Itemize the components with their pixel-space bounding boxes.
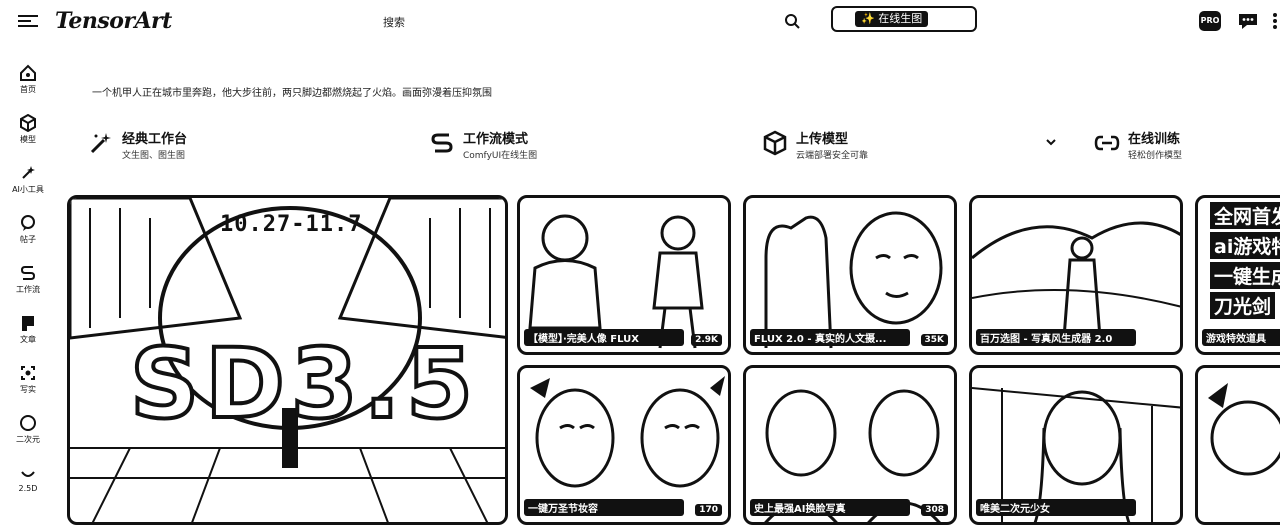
sidebar-item-label: 文章 [20, 335, 36, 344]
banner-date: 10.27-11.7 [220, 212, 363, 237]
sidebar-item-models[interactable]: 模型 [0, 114, 56, 145]
tool-subtitle: 轻松创作模型 [1128, 151, 1183, 161]
message-icon[interactable] [1237, 11, 1259, 31]
2-5d-icon [21, 471, 35, 477]
sidebar-item-label: 2.5D [18, 484, 38, 493]
banner-headline: SD3.5 [128, 326, 479, 442]
sidebar-item-posts[interactable]: 帖子 [0, 214, 56, 245]
chevron-down-icon[interactable] [1045, 136, 1057, 148]
sidebar-item-label: AI小工具 [12, 185, 44, 194]
tool-title: 经典工作台 [122, 132, 188, 147]
magic-wand-icon [90, 133, 111, 154]
card-headline: 刀光剑 [1210, 292, 1276, 319]
prompt-example[interactable]: 一个机甲人正在城市里奔跑，他大步往前，两只脚边都燃烧起了火焰。画面弥漫着压抑氛围 [92, 84, 492, 99]
more-icon[interactable] [1270, 11, 1280, 31]
event-banner[interactable]: 10.27-11.7 SD3.5 [67, 195, 508, 525]
gallery-card[interactable]: 一键万圣节妆容 170 [517, 365, 731, 525]
sidebar-item-anime[interactable]: 二次元 [0, 414, 56, 445]
article-icon [22, 316, 34, 331]
card-run-count: 35K [920, 334, 948, 346]
tool-title: 在线训练 [1128, 132, 1181, 147]
card-caption: 一键万圣节妆容 [524, 499, 684, 516]
sidebar-item-label: 首页 [20, 85, 36, 94]
upload-cube-icon [763, 130, 787, 156]
tool-subtitle: 文生图、图生图 [122, 151, 186, 161]
tool-subtitle: ComfyUI在线生图 [463, 151, 538, 161]
sidebar-item-articles[interactable]: 文章 [0, 314, 56, 345]
sidebar-item-label: 写实 [20, 385, 36, 394]
sidebar-item-realistic[interactable]: 写实 [0, 364, 56, 395]
cube-icon [20, 114, 36, 132]
card-run-count: 2.9K [691, 334, 722, 346]
card-run-count: 308 [921, 504, 948, 516]
card-image [1208, 383, 1280, 476]
gallery-card[interactable]: 史上最强AI换脸写真 308 [743, 365, 957, 525]
link-icon [1094, 135, 1120, 151]
card-caption: 【模型】·完美人像 FLUX [524, 329, 684, 346]
tool-subtitle: 云端部署安全可靠 [796, 151, 869, 161]
logo[interactable]: TensorArt [55, 8, 172, 34]
pro-badge[interactable]: PRO [1199, 11, 1221, 31]
search-input[interactable]: 搜索 [383, 14, 405, 30]
card-caption: 游戏特效道具 [1202, 329, 1280, 346]
card-headline: ai游戏特 [1210, 232, 1280, 259]
online-generate-label: ✨ 在线生图 [855, 11, 929, 27]
workflow-s-icon [431, 133, 453, 153]
sidebar-item-label: 帖子 [20, 235, 36, 244]
card-run-count: 170 [695, 504, 722, 516]
gallery-card[interactable]: 唯美二次元少女 [969, 365, 1183, 525]
sidebar-item-home[interactable]: 首页 [0, 64, 56, 95]
tool-title: 工作流模式 [463, 132, 529, 147]
card-caption: 史上最强AI换脸写真 [750, 499, 910, 516]
anime-icon [20, 415, 36, 431]
gallery-card[interactable]: 百万选图 - 写真风生成器 2.0 [969, 195, 1183, 355]
sidebar-item-label: 工作流 [16, 285, 40, 294]
card-headline: 全网首发 [1210, 202, 1280, 229]
tool-title: 上传模型 [796, 132, 849, 147]
sidebar-item-ai-tools[interactable]: AI小工具 [0, 164, 56, 195]
gallery-card[interactable]: FLUX 2.0 - 真实的人文摄... 35K [743, 195, 957, 355]
top-bar: TensorArt 搜索 ✨ 在线生图 PRO [0, 0, 1280, 44]
sidebar-item-label: 模型 [20, 135, 36, 144]
card-caption: 唯美二次元少女 [976, 499, 1136, 516]
sidebar-item-workflow[interactable]: 工作流 [0, 264, 56, 295]
gallery-card[interactable]: 全网首发 ai游戏特 一键生成 刀光剑 游戏特效道具 [1195, 195, 1280, 355]
home-icon [20, 64, 36, 81]
sidebar-item-2-5d[interactable]: 2.5D [0, 464, 56, 493]
gallery-card[interactable]: 【模型】·完美人像 FLUX 2.9K [517, 195, 731, 355]
card-headline: 一键生成 [1210, 262, 1280, 289]
card-caption: 百万选图 - 写真风生成器 2.0 [976, 329, 1136, 346]
sidebar-item-label: 二次元 [16, 435, 40, 444]
gallery-card[interactable] [1195, 365, 1280, 525]
realistic-icon [21, 366, 35, 380]
online-generate-button[interactable]: ✨ 在线生图 [831, 6, 977, 32]
card-caption: FLUX 2.0 - 真实的人文摄... [750, 329, 910, 346]
tools-icon [22, 166, 35, 179]
post-icon [21, 215, 35, 231]
workflow-icon [20, 266, 36, 280]
search-icon[interactable] [784, 13, 800, 29]
menu-icon[interactable] [18, 12, 38, 30]
